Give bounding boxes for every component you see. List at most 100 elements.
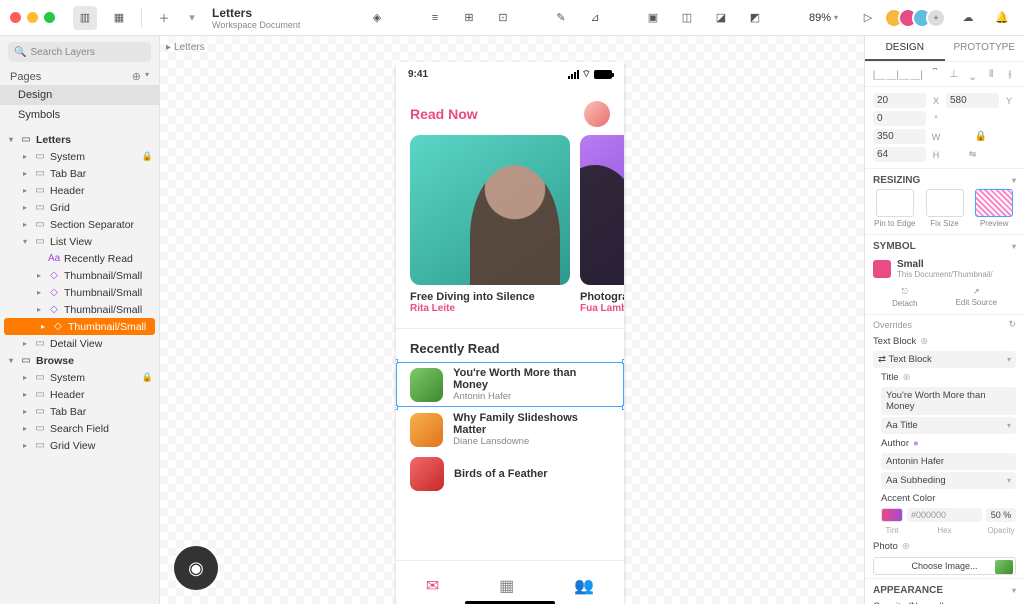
components-icon[interactable]: ▦ bbox=[107, 6, 131, 30]
disclosure-triangle-icon[interactable]: ▸ bbox=[20, 203, 30, 212]
layer-row[interactable]: ▾▭List View bbox=[0, 233, 159, 250]
boolean-intersect-icon[interactable]: ◪ bbox=[709, 6, 733, 30]
disclosure-triangle-icon[interactable]: ▸ bbox=[34, 271, 44, 280]
resize-fix-size[interactable]: Fix Size bbox=[923, 189, 967, 228]
detach-button[interactable]: ⎋Detach bbox=[892, 287, 917, 308]
edit-tool-icon[interactable]: ✎ bbox=[549, 6, 573, 30]
y-input[interactable]: 580 bbox=[946, 93, 999, 108]
layer-row[interactable]: ▸▭Tab Bar bbox=[0, 165, 159, 182]
search-layers-input[interactable]: 🔍 Search Layers bbox=[8, 42, 151, 62]
chevron-down-icon[interactable]: ▾ bbox=[145, 70, 149, 83]
disclosure-triangle-icon[interactable]: ▸ bbox=[34, 305, 44, 314]
disclosure-triangle-icon[interactable]: ▾ bbox=[20, 237, 30, 246]
distribute-h-icon[interactable]: ⫴ bbox=[985, 68, 997, 80]
resize-preview[interactable]: Preview bbox=[972, 189, 1016, 228]
color-swatch[interactable] bbox=[881, 508, 903, 522]
layer-row[interactable]: ▸▭Header bbox=[0, 386, 159, 403]
x-input[interactable]: 20 bbox=[873, 93, 926, 108]
lock-aspect-icon[interactable]: 🔒 bbox=[946, 131, 1016, 142]
design-canvas[interactable]: ▸ Letters 9:41 ⌔ Read Now Free Diving in… bbox=[160, 36, 864, 604]
tab-people-icon[interactable]: 👥 bbox=[574, 576, 594, 596]
disclosure-triangle-icon[interactable]: ▸ bbox=[20, 424, 30, 433]
preview-play-icon[interactable]: ▷ bbox=[856, 6, 880, 30]
layer-row[interactable]: ▸◇Thumbnail/Small bbox=[0, 284, 159, 301]
add-page-icon[interactable]: ⊕ bbox=[132, 70, 141, 83]
artboard-letters[interactable]: 9:41 ⌔ Read Now Free Diving into Silence… bbox=[396, 62, 624, 604]
disclosure-triangle-icon[interactable]: ▾ bbox=[6, 135, 16, 144]
resizing-panel-header[interactable]: RESIZING▾ bbox=[865, 168, 1024, 189]
list-item[interactable]: Birds of a Feather bbox=[396, 452, 624, 496]
disclosure-triangle-icon[interactable]: ▸ bbox=[20, 186, 30, 195]
boolean-union-icon[interactable]: ▣ bbox=[641, 6, 665, 30]
override-author-input[interactable]: Antonin Hafer bbox=[881, 453, 1016, 470]
align-center-h-icon[interactable]: ⸏|⸏ bbox=[892, 68, 904, 80]
minimize-window-button[interactable] bbox=[27, 12, 38, 23]
layer-row[interactable]: ▸▭Search Field bbox=[0, 420, 159, 437]
canvas-breadcrumb[interactable]: ▸ Letters bbox=[166, 42, 205, 53]
tab-design[interactable]: DESIGN bbox=[865, 36, 945, 61]
disclosure-triangle-icon[interactable]: ▸ bbox=[20, 390, 30, 399]
layer-row[interactable]: ▾▭Browse bbox=[0, 352, 159, 369]
symbol-selector[interactable]: Small This Document/Thumbnail/ bbox=[865, 255, 1024, 283]
symbol-tool-icon[interactable]: ◈ bbox=[365, 6, 389, 30]
boolean-difference-icon[interactable]: ◩ bbox=[743, 6, 767, 30]
zoom-window-button[interactable] bbox=[44, 12, 55, 23]
align-top-icon[interactable]: ⎴ bbox=[929, 68, 941, 80]
layer-row[interactable]: ▾▭Letters bbox=[0, 131, 159, 148]
disclosure-triangle-icon[interactable]: ▸ bbox=[20, 373, 30, 382]
tab-grid-icon[interactable]: ▦ bbox=[499, 576, 514, 596]
disclosure-triangle-icon[interactable]: ▸ bbox=[20, 152, 30, 161]
layer-row[interactable]: ▸▭Header bbox=[0, 182, 159, 199]
notifications-icon[interactable]: 🔔 bbox=[990, 6, 1014, 30]
disclosure-triangle-icon[interactable]: ▾ bbox=[6, 356, 16, 365]
align-tool-icon[interactable]: ≡ bbox=[423, 6, 447, 30]
list-item[interactable]: You're Worth More than Money Antonin Haf… bbox=[396, 362, 624, 407]
symbol-panel-header[interactable]: SYMBOL▾ bbox=[865, 234, 1024, 255]
layer-row[interactable]: ▸▭Tab Bar bbox=[0, 403, 159, 420]
choose-image-button[interactable]: Choose Image... bbox=[873, 557, 1016, 575]
distribute-tool-icon[interactable]: ⊞ bbox=[457, 6, 481, 30]
resize-pin-to-edge[interactable]: Pin to Edge bbox=[873, 189, 917, 228]
override-author-style[interactable]: Aa Subheding▾ bbox=[881, 472, 1016, 489]
cloud-icon[interactable]: ☁ bbox=[956, 6, 980, 30]
layer-row[interactable]: ▸▭System🔒 bbox=[0, 369, 159, 386]
disclosure-triangle-icon[interactable]: ▸ bbox=[20, 169, 30, 178]
align-left-icon[interactable]: |⸏ bbox=[873, 68, 885, 80]
override-title-style[interactable]: Aa Title▾ bbox=[881, 417, 1016, 434]
page-item-symbols[interactable]: Symbols bbox=[0, 105, 159, 125]
zoom-control[interactable]: 89%▾ bbox=[801, 12, 846, 24]
google-lens-overlay-icon[interactable]: ◉ bbox=[174, 546, 218, 590]
layer-row[interactable]: AaRecently Read bbox=[0, 250, 159, 267]
layer-row[interactable]: ▸▭System🔒 bbox=[0, 148, 159, 165]
disclosure-triangle-icon[interactable]: ▸ bbox=[20, 339, 30, 348]
layer-row[interactable]: ▸▭Section Separator bbox=[0, 216, 159, 233]
layer-row[interactable]: ▸▭Grid View bbox=[0, 437, 159, 454]
layer-row[interactable]: ▸▭Grid bbox=[0, 199, 159, 216]
disclosure-triangle-icon[interactable]: ▸ bbox=[34, 288, 44, 297]
override-title-input[interactable]: You're Worth More than Money bbox=[881, 387, 1016, 415]
edit-source-button[interactable]: ↗Edit Source bbox=[956, 287, 997, 308]
layer-row[interactable]: ▸◇Thumbnail/Small bbox=[0, 301, 159, 318]
tab-mail-icon[interactable]: ✉ bbox=[426, 576, 439, 596]
list-item[interactable]: Why Family Slideshows Matter Diane Lansd… bbox=[396, 407, 624, 452]
layer-row[interactable]: ▸◇Thumbnail/Small bbox=[0, 267, 159, 284]
profile-avatar[interactable] bbox=[584, 101, 610, 127]
page-item-design[interactable]: Design bbox=[0, 85, 159, 105]
collaborator-avatars[interactable]: + bbox=[890, 8, 946, 28]
height-input[interactable]: 64 bbox=[873, 147, 926, 162]
close-window-button[interactable] bbox=[10, 12, 21, 23]
blend-mode-select[interactable]: Opacity (Normal) ▾ bbox=[865, 599, 1024, 604]
tab-prototype[interactable]: PROTOTYPE bbox=[945, 36, 1024, 61]
layer-row[interactable]: ▸◇Thumbnail/Small bbox=[4, 318, 155, 335]
rotation-input[interactable]: 0 bbox=[873, 111, 926, 126]
add-dropdown-icon[interactable]: ▾ bbox=[186, 6, 198, 30]
layer-row[interactable]: ▸▭Detail View bbox=[0, 335, 159, 352]
width-input[interactable]: 350 bbox=[873, 129, 926, 144]
disclosure-triangle-icon[interactable]: ▸ bbox=[20, 407, 30, 416]
boolean-subtract-icon[interactable]: ◫ bbox=[675, 6, 699, 30]
align-right-icon[interactable]: ⸏| bbox=[910, 68, 922, 80]
lock-icon[interactable]: 🔒 bbox=[142, 372, 153, 383]
add-button[interactable]: ＋ bbox=[152, 6, 176, 30]
appearance-panel-header[interactable]: APPEARANCE▾ bbox=[865, 578, 1024, 599]
reset-overrides-icon[interactable]: ↻ bbox=[1008, 319, 1016, 330]
